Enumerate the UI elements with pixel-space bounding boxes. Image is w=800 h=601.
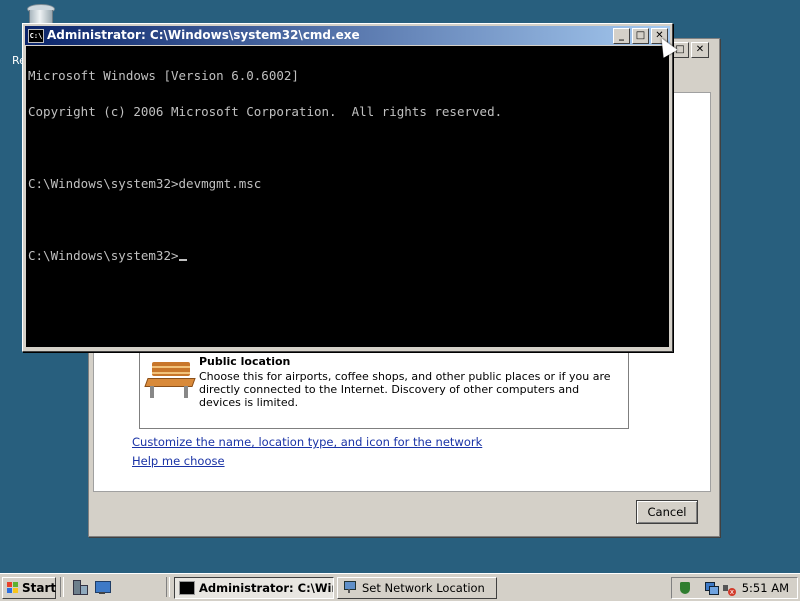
- text-cursor: [178, 259, 187, 261]
- maximize-button[interactable]: □: [632, 28, 649, 44]
- clock[interactable]: 5:51 AM: [742, 578, 789, 598]
- taskbar-separator: [60, 577, 64, 597]
- public-location-option[interactable]: Public location Choose this for airports…: [139, 351, 629, 429]
- cmd-icon[interactable]: C:\: [28, 29, 44, 43]
- network-icon: [342, 581, 356, 593]
- start-label: Start: [22, 581, 57, 595]
- cmd-icon: [179, 581, 195, 595]
- taskbar: Start Administrator: C:\Win... Set Netwo…: [0, 573, 800, 601]
- windows-logo-icon: [7, 582, 19, 594]
- public-location-title: Public location: [199, 355, 291, 368]
- taskbar-item-label: Administrator: C:\Win...: [199, 581, 333, 595]
- console-line: C:\Windows\system32>devmgmt.msc: [28, 176, 262, 191]
- public-location-description: Choose this for airports, coffee shops, …: [199, 370, 611, 409]
- network-status-icon[interactable]: [704, 581, 719, 595]
- system-tray: x 5:51 AM: [671, 577, 798, 599]
- dialog-close-button[interactable]: ✕: [691, 42, 709, 58]
- customize-network-link[interactable]: Customize the name, location type, and i…: [132, 435, 482, 449]
- minimize-button[interactable]: _: [613, 28, 630, 44]
- help-me-choose-link[interactable]: Help me choose: [132, 454, 225, 468]
- cancel-button[interactable]: Cancel: [636, 500, 698, 524]
- park-bench-icon: [144, 360, 196, 398]
- volume-muted-icon[interactable]: x: [722, 581, 736, 596]
- cmd-window-title: Administrator: C:\Windows\system32\cmd.e…: [47, 28, 360, 42]
- console-prompt: C:\Windows\system32>: [28, 248, 179, 263]
- taskbar-separator: [166, 577, 170, 597]
- show-desktop-icon[interactable]: [94, 579, 111, 595]
- start-button[interactable]: Start: [2, 577, 56, 599]
- console-output[interactable]: Microsoft Windows [Version 6.0.6002] Cop…: [26, 46, 669, 347]
- console-prompt-line: C:\Windows\system32>: [28, 248, 669, 263]
- security-shield-icon[interactable]: [678, 581, 692, 595]
- console-line: Microsoft Windows [Version 6.0.6002]: [28, 68, 299, 83]
- taskbar-item-cmd[interactable]: Administrator: C:\Win...: [174, 577, 334, 599]
- server-manager-icon[interactable]: [71, 579, 88, 595]
- taskbar-item-label: Set Network Location: [362, 581, 485, 595]
- taskbar-item-network[interactable]: Set Network Location: [337, 577, 497, 599]
- cmd-titlebar[interactable]: C:\ Administrator: C:\Windows\system32\c…: [25, 26, 670, 45]
- console-line: Copyright (c) 2006 Microsoft Corporation…: [28, 104, 503, 119]
- cmd-window[interactable]: C:\ Administrator: C:\Windows\system32\c…: [22, 23, 673, 352]
